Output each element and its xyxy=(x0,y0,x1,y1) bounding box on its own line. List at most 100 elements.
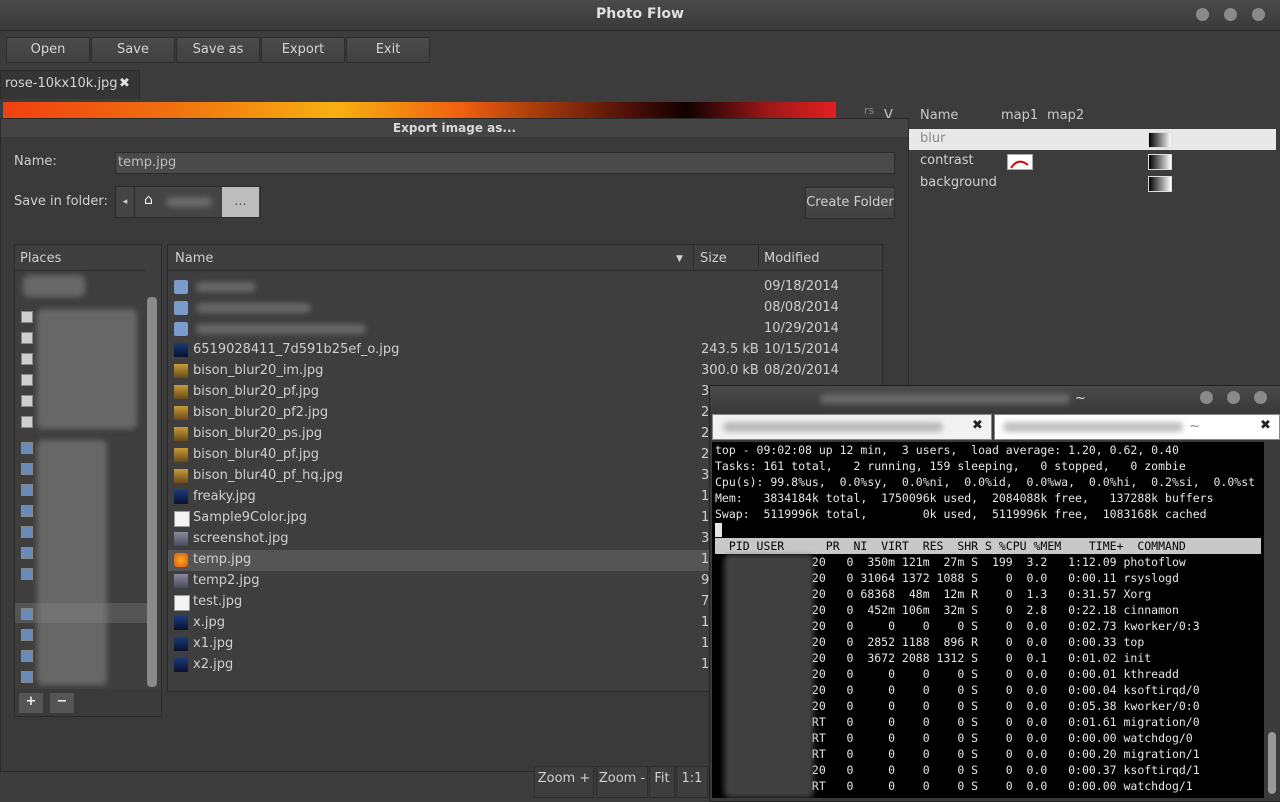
minimize-button[interactable] xyxy=(1200,391,1213,404)
column-size[interactable]: Size xyxy=(700,251,727,266)
image-file-icon xyxy=(174,553,188,567)
filename-input[interactable]: temp.jpg xyxy=(115,152,895,174)
redacted-bookmarks xyxy=(37,440,107,685)
layers-header-name: Name xyxy=(920,108,959,123)
file-date: 10/15/2014 xyxy=(764,342,839,357)
file-row[interactable]: 10/29/2014 xyxy=(168,319,882,340)
folder-icon xyxy=(21,547,33,559)
main-toolbar: Open Save Save as Export Exit xyxy=(0,31,1280,67)
redacted-folder-name xyxy=(196,324,366,334)
terminal-cursor xyxy=(715,523,722,537)
maximize-button[interactable] xyxy=(1224,8,1237,21)
image-file-icon xyxy=(174,406,188,420)
image-file-icon xyxy=(174,658,188,672)
file-name: bison_blur20_ps.jpg xyxy=(193,426,323,441)
app-title: Photo Flow xyxy=(596,6,684,22)
close-icon[interactable]: ✖ xyxy=(119,76,130,91)
home-path-button[interactable]: ⌂ xyxy=(136,187,220,217)
terminal-titlebar: ~ xyxy=(710,386,1280,412)
image-file-icon xyxy=(174,637,188,651)
redacted-pid-user xyxy=(724,554,814,798)
file-row[interactable]: bison_blur20_im.jpg 300.0 kB 08/20/2014 xyxy=(168,361,882,382)
top-summary-line: Tasks: 161 total, 2 running, 159 sleepin… xyxy=(715,459,1186,473)
layer-row-background[interactable]: background xyxy=(906,173,1276,194)
column-name[interactable]: Name xyxy=(175,251,213,266)
folder-icon xyxy=(21,442,33,454)
maximize-button[interactable] xyxy=(1227,391,1240,404)
exit-button[interactable]: Exit xyxy=(346,37,430,63)
redacted-title xyxy=(820,394,1070,404)
file-name: bison_blur20_im.jpg xyxy=(193,363,324,378)
file-row[interactable]: 09/18/2014 xyxy=(168,277,882,298)
add-place-button[interactable]: + xyxy=(19,693,43,713)
save-as-button[interactable]: Save as xyxy=(176,37,260,63)
file-name: x2.jpg xyxy=(193,657,234,672)
close-icon[interactable]: ✖ xyxy=(972,418,983,433)
folder-icon xyxy=(21,671,33,683)
file-name: test.jpg xyxy=(193,594,243,609)
layer-row-contrast[interactable]: contrast xyxy=(906,151,1276,172)
divider xyxy=(758,245,759,269)
path-back-button[interactable]: ◂ xyxy=(116,187,135,217)
close-button[interactable] xyxy=(1254,391,1267,404)
terminal-output[interactable]: top - 09:02:08 up 12 min, 3 users, load … xyxy=(712,442,1264,798)
file-row[interactable]: 6519028411_7d591b25ef_o.jpg 243.5 kB 10/15… xyxy=(168,340,882,361)
path-more-button[interactable]: ... xyxy=(222,187,259,217)
close-button[interactable] xyxy=(1252,8,1265,21)
remove-place-button[interactable]: − xyxy=(50,693,74,713)
layer-row-blur[interactable]: blur xyxy=(906,129,1276,150)
fit-button[interactable]: Fit xyxy=(649,766,675,798)
panel-edge-label: rs xyxy=(864,104,875,117)
file-size: 300.0 kB xyxy=(701,363,759,378)
folder-icon xyxy=(174,280,188,294)
layers-panel: rs V Name map1 map2 blur contrast backgr… xyxy=(860,100,1280,200)
top-summary-line: Cpu(s): 99.8%us, 0.0%sy, 0.0%ni, 0.0%id,… xyxy=(715,475,1256,489)
image-file-icon xyxy=(174,595,190,611)
file-name: x.jpg xyxy=(193,615,225,630)
folder-icon xyxy=(21,608,33,620)
actual-size-button[interactable]: 1:1 xyxy=(676,766,708,798)
zoom-out-button[interactable]: Zoom - xyxy=(596,766,648,798)
redacted-place xyxy=(23,275,85,297)
image-file-icon xyxy=(174,490,188,504)
open-button[interactable]: Open xyxy=(6,37,90,63)
image-file-icon xyxy=(174,448,188,462)
close-icon[interactable]: ✖ xyxy=(1260,418,1271,433)
folder-icon xyxy=(174,301,188,315)
folder-icon xyxy=(21,463,33,475)
terminal-scrollbar[interactable] xyxy=(1266,442,1278,798)
layer-map-thumbnail xyxy=(1148,132,1172,148)
places-header: Places xyxy=(20,251,62,266)
terminal-tab[interactable]: ~ ✖ xyxy=(994,414,1280,440)
terminal-tab-label: ~ xyxy=(1189,419,1200,434)
export-button[interactable]: Export xyxy=(261,37,345,63)
save-button[interactable]: Save xyxy=(91,37,175,63)
divider xyxy=(693,245,694,269)
terminal-scroll-thumb[interactable] xyxy=(1268,732,1276,794)
file-date: 09/18/2014 xyxy=(764,279,839,294)
column-modified[interactable]: Modified xyxy=(764,251,819,266)
file-row[interactable]: 08/08/2014 xyxy=(168,298,882,319)
curve-icon[interactable] xyxy=(1007,154,1033,170)
divider xyxy=(168,270,882,271)
minimize-button[interactable] xyxy=(1196,8,1209,21)
drive-icon xyxy=(21,395,33,407)
folder-icon xyxy=(21,484,33,496)
layer-label: background xyxy=(920,175,997,190)
folder-icon xyxy=(21,629,33,641)
layer-map-thumbnail xyxy=(1148,154,1172,170)
drive-icon xyxy=(21,374,33,386)
image-tab[interactable]: rose-10kx10k.jpg ✖ xyxy=(0,70,140,99)
file-name: screenshot.jpg xyxy=(193,531,289,546)
main-titlebar: Photo Flow xyxy=(0,0,1280,31)
places-scrollbar[interactable] xyxy=(147,297,157,687)
zoom-in-button[interactable]: Zoom + xyxy=(534,766,594,798)
image-tab-label: rose-10kx10k.jpg xyxy=(5,76,118,91)
redacted-folder-name xyxy=(196,303,311,313)
sort-down-icon[interactable]: ▼ xyxy=(676,254,683,264)
terminal-tab-active[interactable]: ✖ xyxy=(712,414,992,440)
drive-icon xyxy=(21,353,33,365)
create-folder-button[interactable]: Create Folder xyxy=(805,187,895,219)
file-name: temp.jpg xyxy=(193,552,252,567)
terminal-title: ~ xyxy=(1075,391,1086,406)
